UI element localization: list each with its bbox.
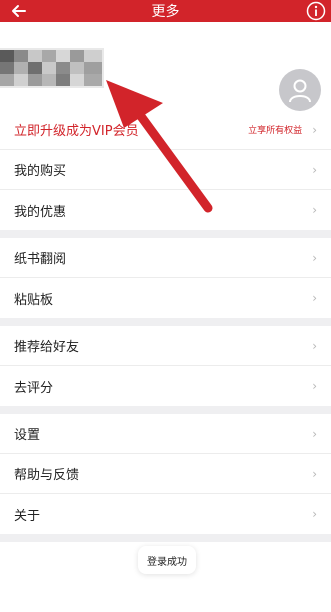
blurred-username (0, 48, 104, 88)
menu-item-label: 设置 (14, 428, 41, 443)
section-divider (0, 534, 331, 542)
section-divider (0, 230, 331, 238)
info-icon[interactable] (306, 1, 326, 21)
vip-upgrade-row[interactable]: 立即升级成为VIP会员 立享所有权益 › (0, 110, 331, 150)
menu-item-rate[interactable]: 去评分 › (0, 366, 331, 406)
menu-item-purchases[interactable]: 我的购买 › (0, 150, 331, 190)
chevron-right-icon: › (312, 291, 317, 305)
chevron-right-icon: › (312, 203, 317, 217)
chevron-right-icon: › (312, 122, 317, 137)
toast-message: 登录成功 (138, 546, 196, 574)
settings-section: 设置 › 帮助与反馈 › 关于 › (0, 414, 331, 534)
menu-item-clipboard[interactable]: 粘贴板 › (0, 278, 331, 318)
section-divider (0, 406, 331, 414)
menu-item-label: 关于 (14, 508, 41, 524)
menu-item-label: 我的优惠 (14, 204, 67, 220)
menu-item-label: 我的购买 (14, 164, 67, 179)
menu-item-discounts[interactable]: 我的优惠 › (0, 190, 331, 230)
menu-item-settings[interactable]: 设置 › (0, 414, 331, 454)
menu-item-label: 推荐给好友 (14, 340, 80, 355)
chevron-right-icon: › (312, 507, 317, 521)
chevron-right-icon: › (312, 426, 317, 441)
profile-card[interactable] (0, 22, 331, 111)
page-title: 更多 (151, 4, 180, 20)
user-icon (289, 79, 311, 103)
menu-item-label: 帮助与反馈 (14, 468, 80, 483)
menu-item-label: 粘贴板 (14, 292, 54, 308)
menu-item-help[interactable]: 帮助与反馈 › (0, 454, 331, 494)
arrow-left-icon[interactable] (9, 1, 29, 21)
menu-item-label: 纸书翻阅 (14, 252, 67, 267)
menu-item-about[interactable]: 关于 › (0, 494, 331, 534)
vip-section: 立即升级成为VIP会员 立享所有权益 › 我的购买 › 我的优惠 › (0, 110, 331, 230)
top-bar: 更多 (0, 0, 331, 22)
tools-section: 纸书翻阅 › 粘贴板 › (0, 238, 331, 318)
section-divider (0, 318, 331, 326)
chevron-right-icon: › (312, 338, 317, 353)
chevron-right-icon: › (312, 162, 317, 177)
menu-item-label: 去评分 (14, 380, 54, 396)
chevron-right-icon: › (312, 250, 317, 265)
avatar[interactable] (279, 69, 321, 111)
vip-sub-label: 立享所有权益 (248, 126, 303, 136)
menu-item-recommend[interactable]: 推荐给好友 › (0, 326, 331, 366)
chevron-right-icon: › (312, 466, 317, 481)
menu-item-paper-reading[interactable]: 纸书翻阅 › (0, 238, 331, 278)
vip-label: 立即升级成为VIP会员 (14, 124, 139, 139)
share-section: 推荐给好友 › 去评分 › (0, 326, 331, 406)
chevron-right-icon: › (312, 379, 317, 393)
